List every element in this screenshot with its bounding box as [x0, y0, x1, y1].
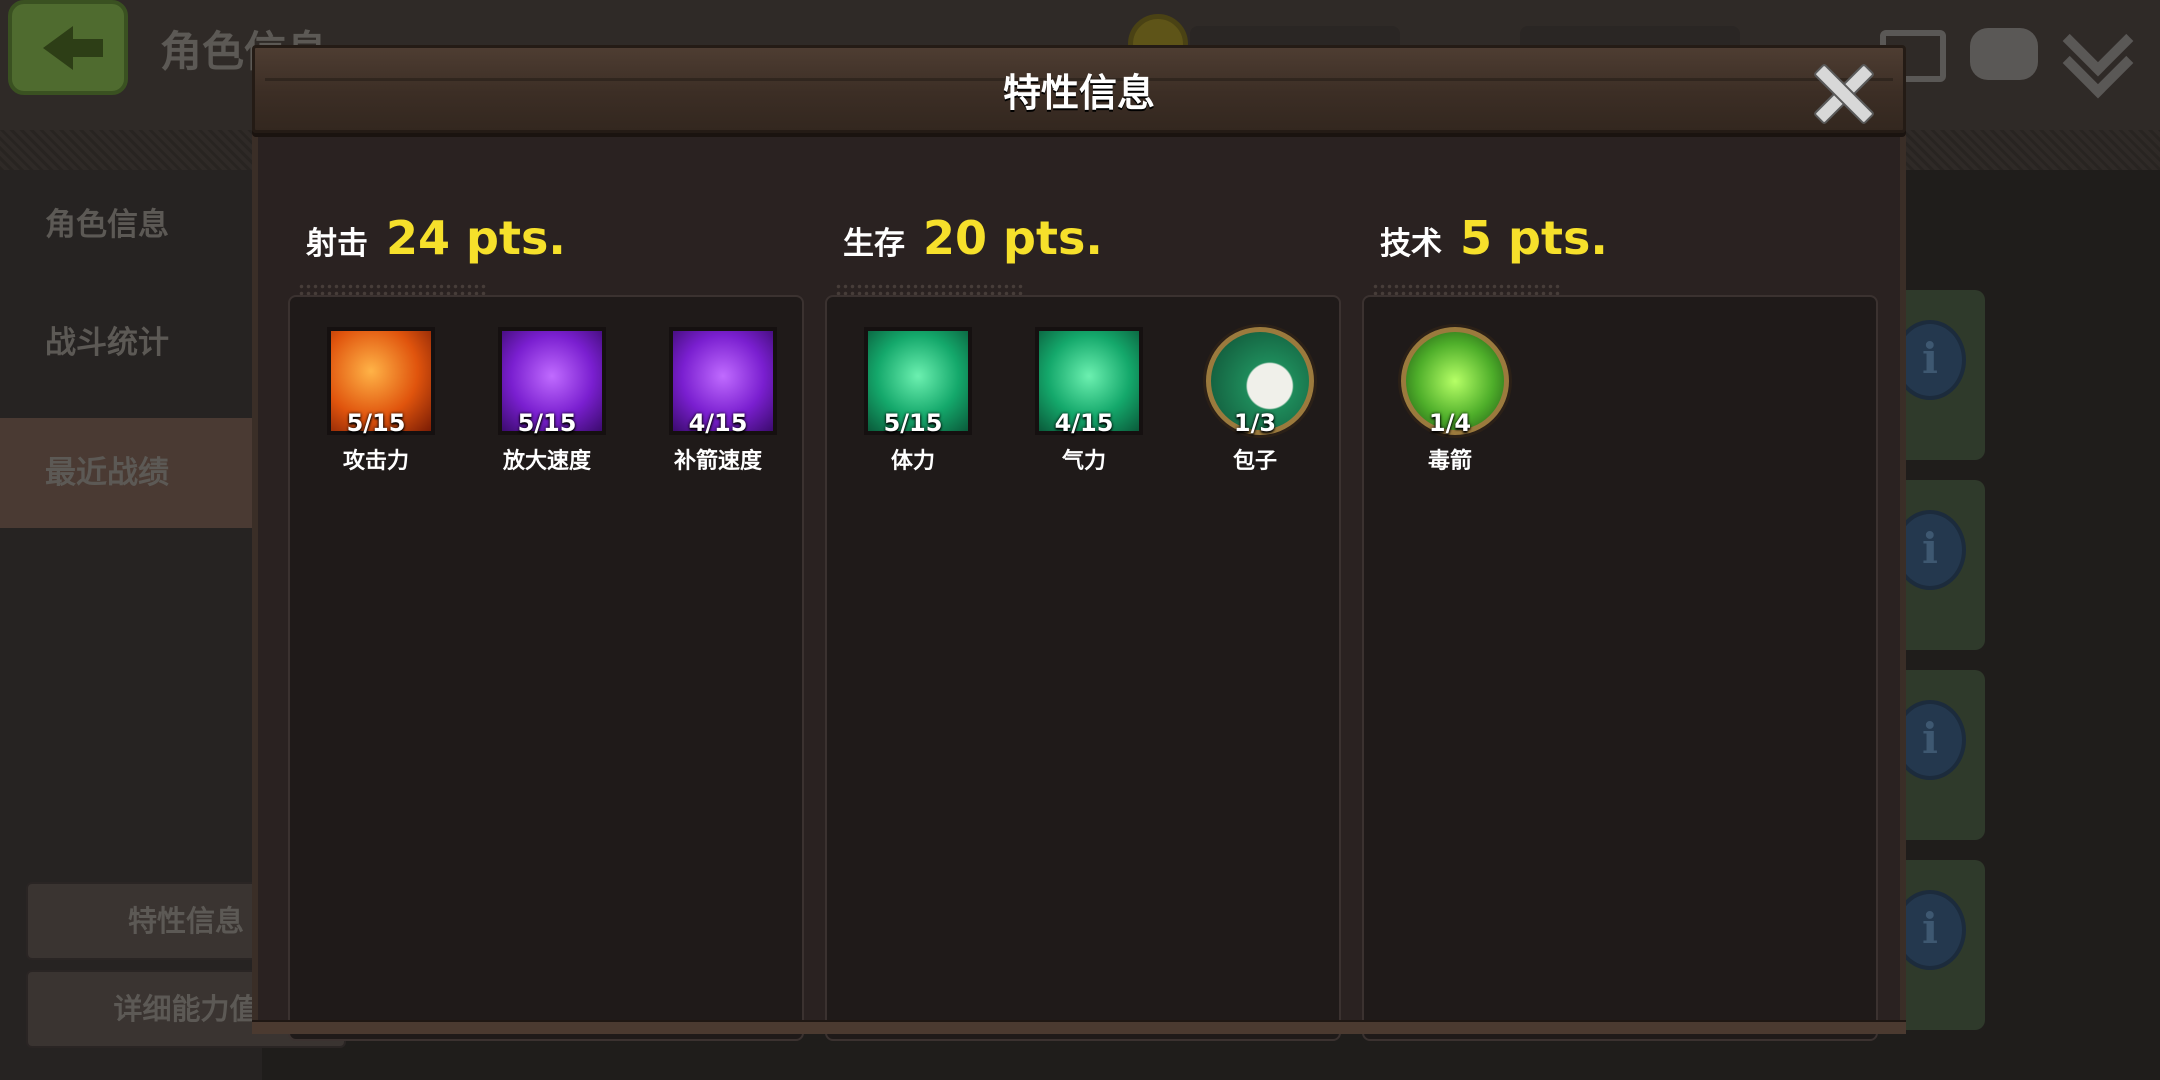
skill-level: 5/15	[883, 409, 943, 437]
skill-name: 攻击力	[342, 449, 409, 474]
category-name: 射击	[306, 226, 368, 262]
skill-level: 1/3	[1233, 409, 1277, 437]
skill-level: 4/15	[1054, 409, 1114, 437]
skill-name: 毒箭	[1427, 449, 1472, 474]
category-header-survival: 生存 20 pts.	[843, 211, 1103, 271]
skill-name: 补箭速度	[673, 449, 762, 474]
skill-level: 5/15	[517, 409, 577, 437]
category-points: 5 pts.	[1460, 211, 1608, 265]
skill-level: 5/15	[346, 409, 406, 437]
skill-name: 放大速度	[502, 449, 591, 474]
skill-item[interactable]: 5/15 攻击力	[316, 327, 436, 477]
dialog-body: 射击 24 pts. 5/15 攻击力 5/15 放大速度 4/15 补箭速度 …	[252, 133, 1906, 1041]
close-icon[interactable]	[1807, 58, 1875, 126]
collapse-chevron-icon[interactable]	[2065, 22, 2133, 82]
skill-level: 1/4	[1428, 409, 1472, 437]
category-points: 24 pts.	[386, 211, 566, 265]
back-arrow-icon	[43, 25, 103, 70]
category-name: 技术	[1380, 226, 1442, 262]
screen: 角色信息 角色信息 战斗统计 最近战绩 特性信息 详细能力值 i i i i 射…	[0, 0, 2160, 1080]
skill-panel-shooting: 5/15 攻击力 5/15 放大速度 4/15 补箭速度	[288, 295, 804, 1041]
dialog-footer	[252, 1020, 1906, 1034]
skill-name: 气力	[1061, 449, 1106, 474]
skill-item[interactable]: 1/4 毒箭	[1390, 327, 1510, 477]
skill-panel-survival: 5/15 体力 4/15 气力 1/3 包子	[825, 295, 1341, 1041]
sidebar-item-character-info[interactable]: 角色信息	[0, 170, 262, 280]
chat-icon[interactable]	[1970, 28, 2038, 80]
skill-panel-technique: 1/4 毒箭	[1362, 295, 1878, 1041]
trait-info-dialog: 射击 24 pts. 5/15 攻击力 5/15 放大速度 4/15 补箭速度 …	[252, 45, 1906, 1041]
dialog-title: 特性信息	[1002, 71, 1155, 115]
skill-item[interactable]: 4/15 气力	[1024, 327, 1144, 477]
skill-name: 体力	[890, 449, 935, 474]
skill-item[interactable]: 4/15 补箭速度	[658, 327, 778, 477]
category-header-technique: 技术 5 pts.	[1380, 211, 1608, 271]
sidebar-item-battle-stats[interactable]: 战斗统计	[0, 288, 262, 398]
category-points: 20 pts.	[923, 211, 1103, 265]
back-button[interactable]	[8, 0, 128, 95]
sidebar: 角色信息 战斗统计 最近战绩 特性信息 详细能力值	[0, 170, 346, 1080]
skill-level: 4/15	[688, 409, 748, 437]
skill-item[interactable]: 1/3 包子	[1195, 327, 1315, 477]
skill-name: 包子	[1232, 449, 1277, 474]
dialog-header: 特性信息	[252, 45, 1906, 133]
skill-item[interactable]: 5/15 放大速度	[487, 327, 607, 477]
skill-item[interactable]: 5/15 体力	[853, 327, 973, 477]
category-name: 生存	[843, 226, 905, 262]
category-header-shooting: 射击 24 pts.	[306, 211, 566, 271]
sidebar-item-recent-record[interactable]: 最近战绩	[0, 418, 262, 528]
